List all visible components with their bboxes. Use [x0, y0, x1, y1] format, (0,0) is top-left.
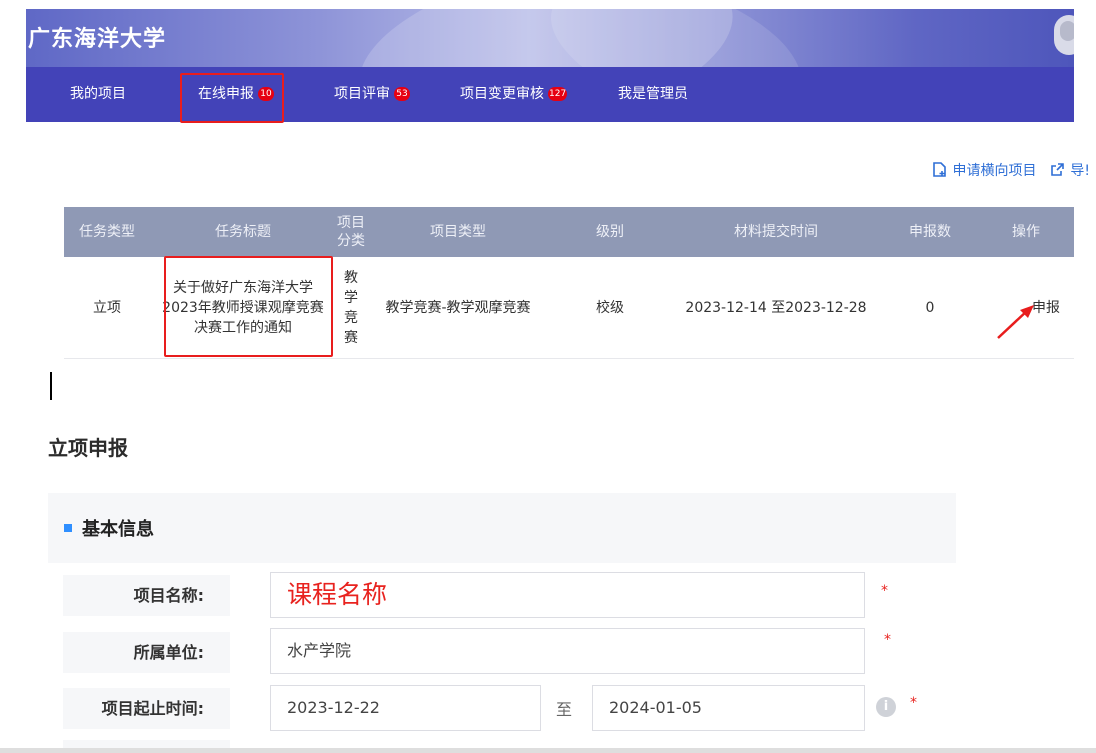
- export-label: 导!: [1070, 163, 1090, 179]
- annotation-arrow-icon: [997, 305, 1034, 339]
- col-task-type: 任务类型: [64, 207, 150, 257]
- user-avatar[interactable]: [1054, 15, 1074, 55]
- nav-admin[interactable]: 我是管理员: [618, 67, 688, 122]
- bottom-border: [0, 748, 1096, 753]
- nav-change-review-badge: 127: [548, 87, 568, 101]
- col-action: 操作: [978, 207, 1074, 257]
- col-submit-time: 材料提交时间: [670, 207, 882, 257]
- cell-category: 教学 竞赛: [336, 257, 366, 359]
- university-logo-text: 广东海洋大学: [28, 27, 167, 52]
- info-icon[interactable]: i: [876, 697, 896, 717]
- required-mark: *: [884, 632, 891, 648]
- nav-annotation-box: [180, 73, 284, 123]
- apply-horizontal-link[interactable]: 申请横向项目: [933, 162, 1041, 179]
- nav-change-review-label: 项目变更审核: [460, 86, 544, 102]
- required-mark: *: [910, 695, 917, 711]
- unit-input[interactable]: 水产学院: [270, 628, 865, 674]
- col-project-type: 项目类型: [366, 207, 550, 257]
- apply-horizontal-label: 申请横向项目: [952, 163, 1037, 179]
- toolbar-links: 申请横向项目 导!: [933, 160, 1090, 180]
- end-date-input[interactable]: 2024-01-05: [592, 685, 865, 731]
- nav-project-review-label: 项目评审: [334, 86, 390, 102]
- project-name-input[interactable]: 课程名称: [270, 572, 865, 618]
- start-date-input[interactable]: 2023-12-22: [270, 685, 541, 731]
- nav-project-review-badge: 53: [394, 87, 410, 101]
- project-name-label: 项目名称:: [63, 575, 230, 616]
- required-mark: *: [881, 583, 888, 599]
- nav-my-projects-label: 我的项目: [70, 86, 126, 102]
- cell-task-type: 立项: [64, 257, 150, 359]
- col-level: 级别: [550, 207, 670, 257]
- period-label: 项目起止时间:: [63, 688, 230, 729]
- export-icon: [1051, 163, 1068, 179]
- date-range-separator: 至: [556, 700, 573, 719]
- section-marker-icon: [64, 524, 72, 532]
- export-link[interactable]: 导!: [1051, 163, 1090, 179]
- cell-count: 0: [882, 257, 978, 359]
- unit-label: 所属单位:: [63, 632, 230, 673]
- cell-project-type-link[interactable]: 教学竞赛-教学观摩竞赛: [366, 257, 550, 359]
- basic-info-title: 基本信息: [82, 519, 154, 540]
- nav-project-review[interactable]: 项目评审 53: [334, 67, 410, 122]
- page-title: 立项申报: [48, 436, 128, 460]
- col-task-title: 任务标题: [150, 207, 336, 257]
- cell-submit-time: 2023-12-14 至2023-12-28: [670, 257, 882, 359]
- nav-my-projects[interactable]: 我的项目: [70, 67, 126, 122]
- title-annotation-box: [164, 256, 333, 357]
- nav-change-review[interactable]: 项目变更审核 127: [460, 67, 568, 122]
- col-category: 项目 分类: [336, 207, 366, 257]
- cell-level: 校级: [550, 257, 670, 359]
- top-banner: 广东海洋大学: [26, 9, 1074, 67]
- table-header-row: 任务类型 任务标题 项目 分类 项目类型 级别 材料提交时间 申报数 操作: [64, 207, 1074, 257]
- basic-info-header: 基本信息: [48, 493, 956, 563]
- add-file-icon: [933, 162, 950, 179]
- col-count: 申报数: [882, 207, 978, 257]
- text-cursor: [50, 372, 52, 400]
- nav-admin-label: 我是管理员: [618, 86, 688, 102]
- next-field-label-edge: [63, 740, 230, 748]
